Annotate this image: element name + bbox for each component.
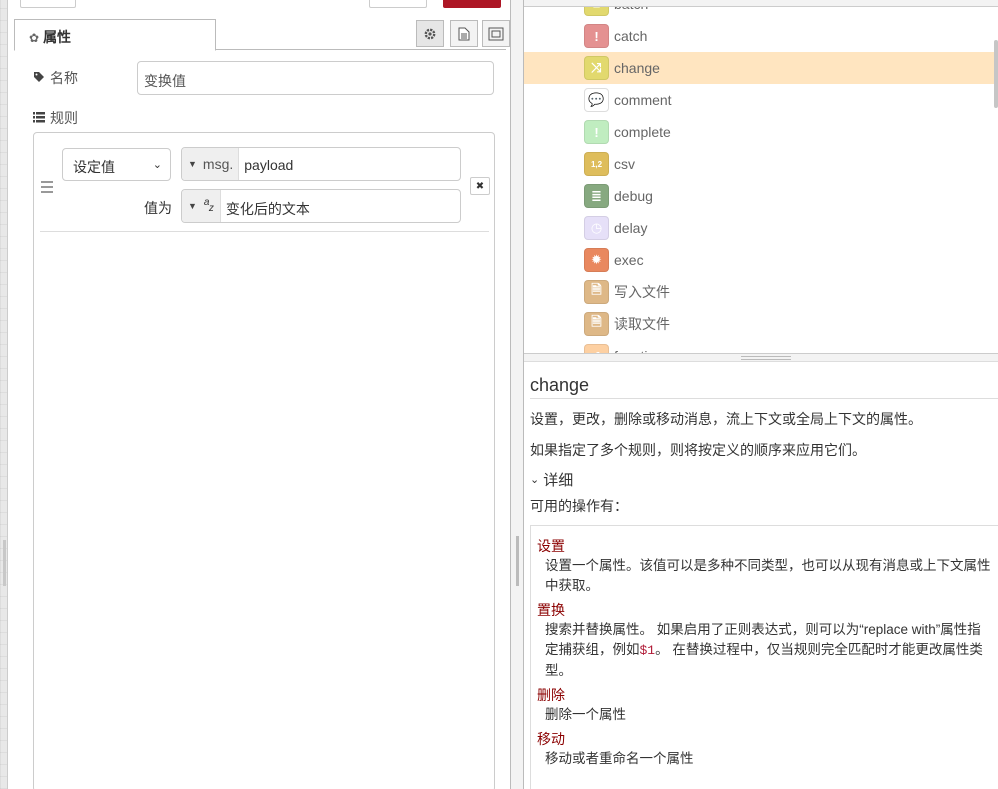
tag-icon bbox=[33, 70, 45, 86]
frame-icon bbox=[488, 27, 504, 40]
palette-header bbox=[524, 0, 998, 7]
palette-item-change[interactable]: ⤨ change bbox=[524, 52, 994, 84]
csv-icon: 1,2 bbox=[584, 152, 609, 176]
help-rules-note: 如果指定了多个规则，则将按定义的顺序来应用它们。 bbox=[530, 442, 866, 458]
value-type-button[interactable]: ▼ az bbox=[182, 190, 221, 222]
palette-item-label: complete bbox=[614, 124, 671, 140]
gear-icon: ✿ bbox=[29, 31, 40, 45]
resize-grip[interactable] bbox=[3, 540, 6, 586]
palette-item-function[interactable]: ƒ function bbox=[524, 340, 994, 353]
palette-item-label: csv bbox=[614, 156, 635, 172]
row-divider bbox=[40, 231, 489, 232]
target-value[interactable]: payload bbox=[239, 148, 298, 180]
tab-description[interactable] bbox=[450, 20, 478, 47]
palette-item-complete[interactable]: ! complete bbox=[524, 116, 994, 148]
divider bbox=[530, 398, 998, 399]
op-desc-delete: 删除一个属性 bbox=[545, 707, 626, 722]
palette-item-exec[interactable]: ✹ exec bbox=[524, 244, 994, 276]
operations-list: 设置 设置一个属性。该值可以是多种不同类型，也可以从现有消息或上下文属性中获取。… bbox=[530, 525, 998, 789]
rule-action-value: 设定值 bbox=[73, 159, 115, 175]
palette-scrollbar[interactable] bbox=[994, 40, 998, 108]
palette-item-label: debug bbox=[614, 188, 653, 204]
panel-divider bbox=[511, 0, 524, 789]
done-button[interactable] bbox=[443, 0, 501, 8]
palette-item-label: delay bbox=[614, 220, 648, 236]
palette-item-file-in[interactable]: 🗎 读取文件 bbox=[524, 308, 994, 340]
tab-properties-label: 属性 bbox=[43, 29, 72, 45]
palette-item-comment[interactable]: 💬 comment bbox=[524, 84, 994, 116]
tab-properties[interactable]: ✿ 属性 bbox=[14, 19, 216, 51]
function-icon: ƒ bbox=[584, 344, 609, 353]
chevron-down-icon: ⌄ bbox=[152, 159, 162, 171]
palette-item-file-out[interactable]: 🗎 写入文件 bbox=[524, 276, 994, 308]
comment-icon: 💬 bbox=[584, 88, 609, 112]
ops-intro: 可用的操作有： bbox=[530, 498, 628, 514]
help-summary: 设置，更改，删除或移动消息，流上下文或全局上下文的属性。 bbox=[530, 411, 922, 427]
document-icon bbox=[458, 27, 470, 40]
exclamation-icon: ! bbox=[584, 24, 609, 48]
name-input[interactable]: 变换值 bbox=[137, 61, 494, 95]
node-palette: ≡ batch ! catch ⤨ change 💬 comment ! com… bbox=[524, 0, 998, 354]
caret-down-icon: ▼ bbox=[188, 159, 197, 169]
rule-target-input[interactable]: ▼ msg. payload bbox=[181, 147, 461, 181]
rules-label: 规则 bbox=[33, 108, 78, 128]
palette-item-debug[interactable]: ≣ debug bbox=[524, 180, 994, 212]
palette-item-catch[interactable]: ! catch bbox=[524, 20, 994, 52]
op-desc-move: 移动或者重命名一个属性 bbox=[545, 751, 694, 766]
clock-icon: ◷ bbox=[584, 216, 609, 240]
exclamation-icon: ! bbox=[584, 120, 609, 144]
close-icon: ✖ bbox=[475, 180, 485, 192]
rule-value-text[interactable]: 变化后的文本 bbox=[221, 190, 315, 222]
target-type-label: msg. bbox=[202, 156, 234, 172]
palette-item-label: change bbox=[614, 60, 660, 76]
list-icon bbox=[33, 110, 45, 126]
value-to-label: 值为 bbox=[144, 200, 172, 216]
drag-handle-icon[interactable] bbox=[41, 181, 53, 196]
string-type-icon: az bbox=[203, 197, 214, 214]
file-in-icon: 🗎 bbox=[584, 312, 609, 336]
help-panel: change 设置，更改，删除或移动消息，流上下文或全局上下文的属性。 如果指定… bbox=[524, 362, 998, 789]
caret-down-icon: ▼ bbox=[188, 201, 197, 211]
gear-icon: ✹ bbox=[584, 248, 609, 272]
palette-item-label: 写入文件 bbox=[614, 284, 670, 300]
op-desc-change: 搜索并替换属性。 如果启用了正则表达式，则可以为“replace with”属性… bbox=[545, 620, 994, 681]
op-term-change: 置换 bbox=[537, 602, 565, 618]
file-out-icon: 🗎 bbox=[584, 280, 609, 304]
op-term-move: 移动 bbox=[537, 731, 565, 747]
op-term-set: 设置 bbox=[537, 538, 565, 554]
op-desc-set: 设置一个属性。该值可以是多种不同类型，也可以从现有消息或上下文属性中获取。 bbox=[545, 558, 991, 593]
workspace-edge bbox=[0, 0, 8, 789]
palette-item-csv[interactable]: 1,2 csv bbox=[524, 148, 994, 180]
palette-item-label: 读取文件 bbox=[614, 316, 670, 332]
palette-item-label: exec bbox=[614, 252, 644, 268]
sidebar-split-handle[interactable] bbox=[524, 354, 998, 362]
rules-label-text: 规则 bbox=[50, 110, 78, 126]
target-type-button[interactable]: ▼ msg. bbox=[182, 148, 240, 180]
resize-grip[interactable] bbox=[516, 536, 519, 586]
name-label-text: 名称 bbox=[50, 70, 78, 86]
palette-item-label: catch bbox=[614, 28, 648, 44]
details-label: 详细 bbox=[543, 472, 574, 489]
delete-node-button[interactable] bbox=[20, 0, 76, 8]
tab-settings[interactable] bbox=[416, 20, 444, 47]
capture-group-code: $1 bbox=[639, 643, 656, 658]
remove-rule-button[interactable]: ✖ bbox=[470, 177, 490, 195]
name-label: 名称 bbox=[33, 68, 78, 88]
help-title: change bbox=[530, 375, 590, 395]
gear-icon bbox=[424, 28, 436, 39]
rule-value-input[interactable]: ▼ az 变化后的文本 bbox=[181, 189, 461, 223]
palette-item-delay[interactable]: ◷ delay bbox=[524, 212, 994, 244]
node-editor-panel: ✿ 属性 名称 变换值 规则 设定值 ⌄ ▼ msg. payload ✖ 值为… bbox=[9, 0, 511, 789]
chevron-down-icon: ⌄ bbox=[530, 474, 540, 486]
tab-appearance[interactable] bbox=[482, 20, 510, 47]
op-term-delete: 删除 bbox=[537, 687, 565, 703]
cancel-button[interactable] bbox=[369, 0, 427, 8]
debug-icon: ≣ bbox=[584, 184, 609, 208]
rules-list: 设定值 ⌄ ▼ msg. payload ✖ 值为 ▼ az 变化后的文本 bbox=[33, 132, 495, 789]
shuffle-icon: ⤨ bbox=[584, 56, 609, 80]
palette-item-label: comment bbox=[614, 92, 672, 108]
details-toggle[interactable]: ⌄ 详细 bbox=[530, 469, 573, 490]
rule-action-select[interactable]: 设定值 ⌄ bbox=[62, 148, 171, 181]
editor-tabs: ✿ 属性 bbox=[14, 18, 510, 51]
